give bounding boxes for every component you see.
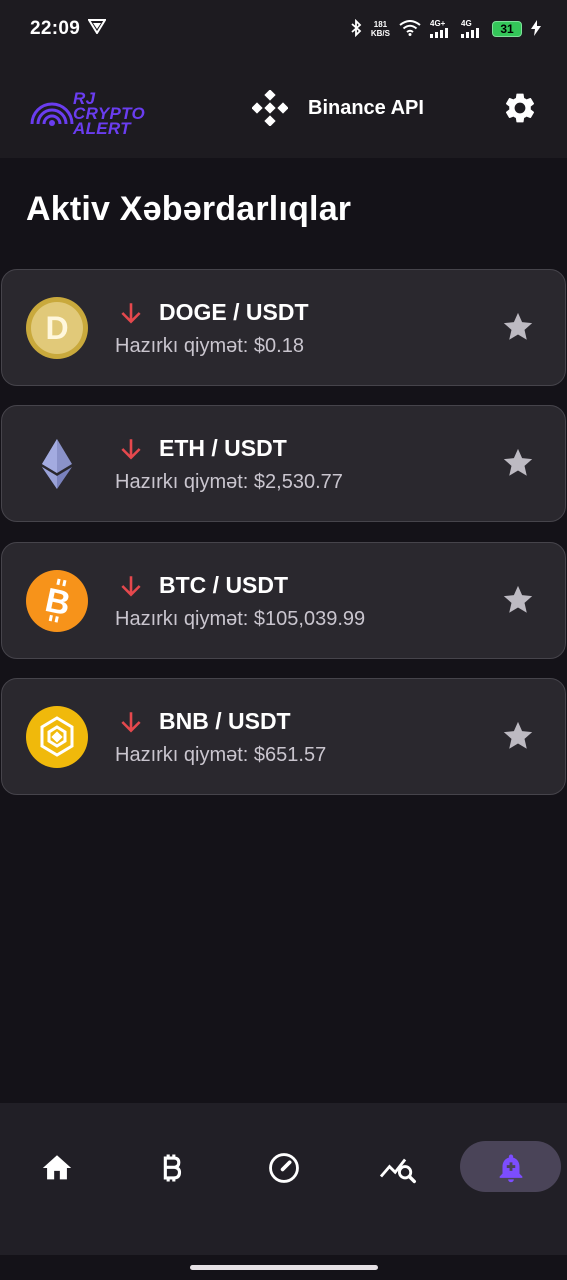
doge-coin-icon: D <box>26 297 88 359</box>
star-icon[interactable] <box>501 583 535 617</box>
alert-price: Hazırkı qiymət: $105,039.99 <box>115 608 366 630</box>
nav-alerts[interactable] <box>481 1143 541 1193</box>
bottom-navigation <box>0 1103 567 1255</box>
star-icon[interactable] <box>501 719 535 753</box>
signal-strength-1: 4G+ <box>430 20 452 38</box>
bell-add-icon <box>499 1154 523 1183</box>
settings-button[interactable] <box>502 90 538 131</box>
nav-market-search[interactable] <box>368 1143 428 1193</box>
alert-pair: BNB / USDT <box>159 708 291 734</box>
net-speed-unit: KB/S <box>370 29 390 38</box>
alert-price: Hazırkı qiymət: $651.57 <box>115 744 327 766</box>
net-speed-value: 181 <box>373 20 388 29</box>
nav-home[interactable] <box>27 1143 87 1193</box>
nav-gauge[interactable] <box>254 1143 314 1193</box>
app-logo[interactable]: RJ CRYPTO ALERT <box>28 88 145 137</box>
alert-card-doge[interactable]: D DOGE / USDT Hazırkı qiymət: $0.18 <box>1 269 566 386</box>
alert-price: Hazırkı qiymət: $0.18 <box>115 335 304 357</box>
chart-search-icon <box>379 1158 416 1184</box>
status-time: 22:09 <box>30 18 81 39</box>
vpn-icon <box>87 18 107 40</box>
alert-pair: DOGE / USDT <box>159 299 309 325</box>
alert-price: Hazırkı qiymət: $2,530.77 <box>115 471 343 493</box>
alert-card-btc[interactable]: B BTC / USDT Hazırkı qiymət: $105,039.99 <box>1 542 566 659</box>
alert-pair: ETH / USDT <box>159 435 287 461</box>
home-icon <box>42 1155 72 1180</box>
star-icon[interactable] <box>501 310 535 344</box>
logo-line-1: RJ CRYPTO <box>73 89 146 123</box>
binance-icon <box>252 90 288 126</box>
bnb-coin-icon <box>26 706 88 768</box>
api-label: Binance API <box>308 96 424 119</box>
star-icon[interactable] <box>501 446 535 480</box>
signal1-label: 4G+ <box>430 19 446 28</box>
alert-pair: BTC / USDT <box>159 572 289 598</box>
page-title: Aktiv Xəbərdarlıqlar <box>26 190 352 228</box>
arrow-down-icon <box>121 576 141 597</box>
wifi-icon <box>399 19 421 39</box>
alert-card-eth[interactable]: ETH / USDT Hazırkı qiymət: $2,530.77 <box>1 405 566 522</box>
net-speed: 181 KB/S <box>371 20 390 38</box>
logo-text: RJ CRYPTO ALERT <box>73 89 146 138</box>
bluetooth-icon <box>350 18 362 40</box>
signal2-label: 4G <box>461 19 472 28</box>
charging-icon <box>531 19 541 39</box>
gauge-icon <box>269 1153 299 1183</box>
bitcoin-icon <box>163 1154 182 1182</box>
arrow-down-icon <box>121 712 141 733</box>
eth-coin-icon <box>42 439 72 489</box>
broadcast-logo-icon <box>30 102 74 126</box>
logo-line-2: ALERT <box>73 119 131 138</box>
status-bar: 22:09 181 KB/S 4G+ 4G 31 <box>0 0 567 58</box>
nav-bitcoin[interactable] <box>141 1143 201 1193</box>
api-source[interactable]: Binance API <box>252 90 424 126</box>
signal-strength-2: 4G <box>461 20 483 38</box>
app-bar: RJ CRYPTO ALERT Binance API <box>0 58 567 158</box>
alert-card-bnb[interactable]: BNB / USDT Hazırkı qiymət: $651.57 <box>1 678 566 795</box>
btc-coin-icon: B <box>26 570 88 632</box>
arrow-down-icon <box>121 439 141 460</box>
battery-indicator: 31 <box>492 21 522 37</box>
arrow-down-icon <box>121 303 141 324</box>
svg-text:D: D <box>45 310 68 346</box>
gear-icon <box>505 93 535 123</box>
home-indicator[interactable] <box>190 1265 378 1270</box>
